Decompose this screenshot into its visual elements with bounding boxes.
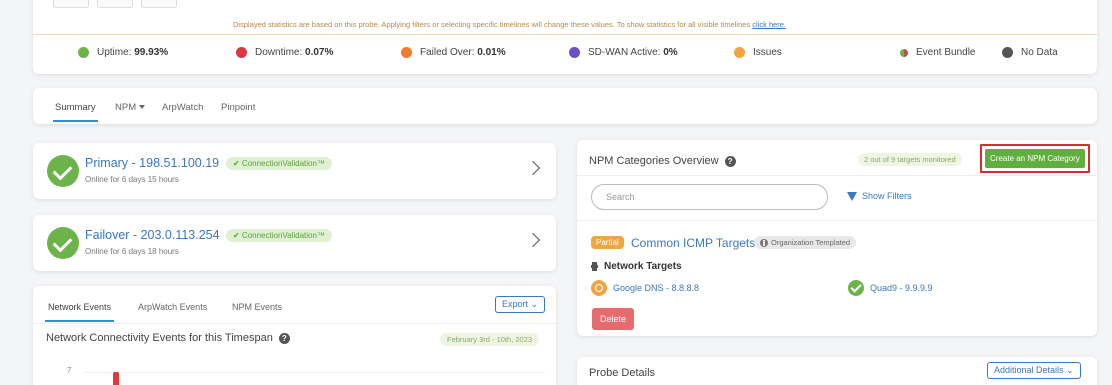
event-bar[interactable]	[113, 372, 119, 385]
yellow-dot-icon	[734, 47, 745, 58]
check-circle-icon	[47, 227, 79, 259]
help-icon[interactable]: ?	[724, 155, 736, 167]
tab-network-events[interactable]: Network Events	[44, 302, 115, 322]
show-filters-button[interactable]: Show Filters	[847, 191, 912, 201]
delete-button[interactable]: Delete	[592, 308, 635, 330]
npm-title: NPM Categories Overview?	[589, 155, 736, 167]
legend-uptime: Uptime: 99.93%	[78, 47, 168, 58]
failover-title[interactable]: Failover - 203.0.113.254	[85, 228, 220, 242]
gray-dot-icon	[1002, 47, 1013, 58]
downtime-value: 0.07%	[305, 47, 334, 58]
organization-templated-badge: Organization Templated	[754, 236, 857, 249]
main-tabs: Summary NPM ArpWatch Pinpoint	[33, 88, 1097, 124]
chevron-right-icon[interactable]	[525, 160, 541, 176]
connection-validation-badge: ✔ ConnectionValidation™	[226, 157, 332, 170]
legend-downtime: Downtime: 0.07%	[236, 47, 333, 58]
legend-failed-over: Failed Over: 0.01%	[401, 47, 506, 58]
caret-down-icon	[139, 105, 146, 110]
click-here-link[interactable]: click here.	[752, 20, 786, 29]
legend-no-data: No Data	[1002, 47, 1058, 58]
failover-uptime: Online for 6 days 18 hours	[85, 247, 179, 256]
partial-badge: Partial	[591, 236, 624, 249]
statistics-notice: Displayed statistics are based on this p…	[233, 20, 786, 29]
legend-sdwan: SD-WAN Active: 0%	[569, 47, 678, 58]
timeline-tab-stubs[interactable]	[53, 0, 177, 8]
divider	[577, 220, 1097, 221]
check-circle-icon	[47, 155, 79, 187]
purple-dot-icon	[569, 47, 580, 58]
date-range-badge: February 3rd - 10th, 2023	[440, 333, 540, 346]
primary-uptime: Online for 6 days 15 hours	[85, 175, 179, 184]
check-circle-icon	[848, 280, 864, 296]
primary-connection-card[interactable]: Primary - 198.51.100.19 ✔ ConnectionVali…	[33, 143, 556, 199]
globe-icon	[760, 238, 768, 247]
red-dot-icon	[236, 47, 247, 58]
target-google-dns[interactable]: Google DNS - 8.8.8.8	[591, 280, 699, 296]
events-heading: Network Connectivity Events for this Tim…	[46, 332, 290, 344]
green-dot-icon	[78, 47, 89, 58]
y-axis-tick: 7	[67, 366, 72, 375]
create-npm-category-button[interactable]: Create an NPM Category	[985, 149, 1085, 168]
divider	[577, 175, 1097, 176]
failed-over-value: 0.01%	[477, 47, 506, 58]
notice-text: Displayed statistics are based on this p…	[233, 20, 751, 29]
primary-title[interactable]: Primary - 198.51.100.19	[85, 156, 219, 170]
event-bundle-icon	[900, 48, 908, 57]
npm-categories-card: NPM Categories Overview? 2 out of 9 targ…	[577, 140, 1097, 336]
tab-summary[interactable]: Summary	[53, 102, 98, 122]
legend-issues: Issues	[734, 47, 782, 58]
probe-details-card: Probe Details Additional Details ⌄	[577, 357, 1097, 385]
search-input[interactable]	[591, 184, 828, 210]
network-targets-icon	[591, 262, 598, 271]
help-icon[interactable]: ?	[278, 332, 290, 344]
warning-status-icon	[591, 280, 607, 296]
filter-icon	[847, 191, 857, 201]
monitored-badge: 2 out of 9 targets monitored	[858, 153, 962, 166]
tab-pinpoint[interactable]: Pinpoint	[221, 102, 255, 113]
tab-npm-events[interactable]: NPM Events	[232, 302, 282, 312]
legend-event-bundle: Event Bundle	[900, 47, 976, 58]
additional-details-button[interactable]: Additional Details ⌄	[987, 362, 1081, 379]
export-button[interactable]: Export ⌄	[495, 296, 546, 313]
chevron-right-icon[interactable]	[525, 232, 541, 248]
sdwan-value: 0%	[663, 47, 678, 58]
failover-connection-card[interactable]: Failover - 203.0.113.254 ✔ ConnectionVal…	[33, 215, 556, 271]
create-npm-category-highlight: Create an NPM Category	[980, 144, 1090, 173]
statistics-panel: Displayed statistics are based on this p…	[33, 0, 1097, 74]
orange-dot-icon	[401, 47, 412, 58]
tab-arpwatch[interactable]: ArpWatch	[162, 102, 203, 113]
network-targets-label: Network Targets	[591, 261, 682, 272]
network-events-card: Network Events ArpWatch Events NPM Event…	[33, 286, 556, 385]
chart-gridline	[85, 372, 545, 373]
uptime-value: 99.93%	[134, 47, 169, 58]
divider	[33, 323, 556, 324]
probe-details-title: Probe Details	[589, 367, 656, 379]
category-title[interactable]: Common ICMP Targets	[631, 236, 755, 250]
status-legend: Uptime: 99.93% Downtime: 0.07% Failed Ov…	[33, 34, 1097, 70]
connection-validation-badge: ✔ ConnectionValidation™	[226, 229, 332, 242]
tab-npm[interactable]: NPM	[115, 102, 146, 113]
tab-arpwatch-events[interactable]: ArpWatch Events	[138, 302, 207, 312]
target-quad9[interactable]: Quad9 - 9.9.9.9	[848, 280, 933, 296]
